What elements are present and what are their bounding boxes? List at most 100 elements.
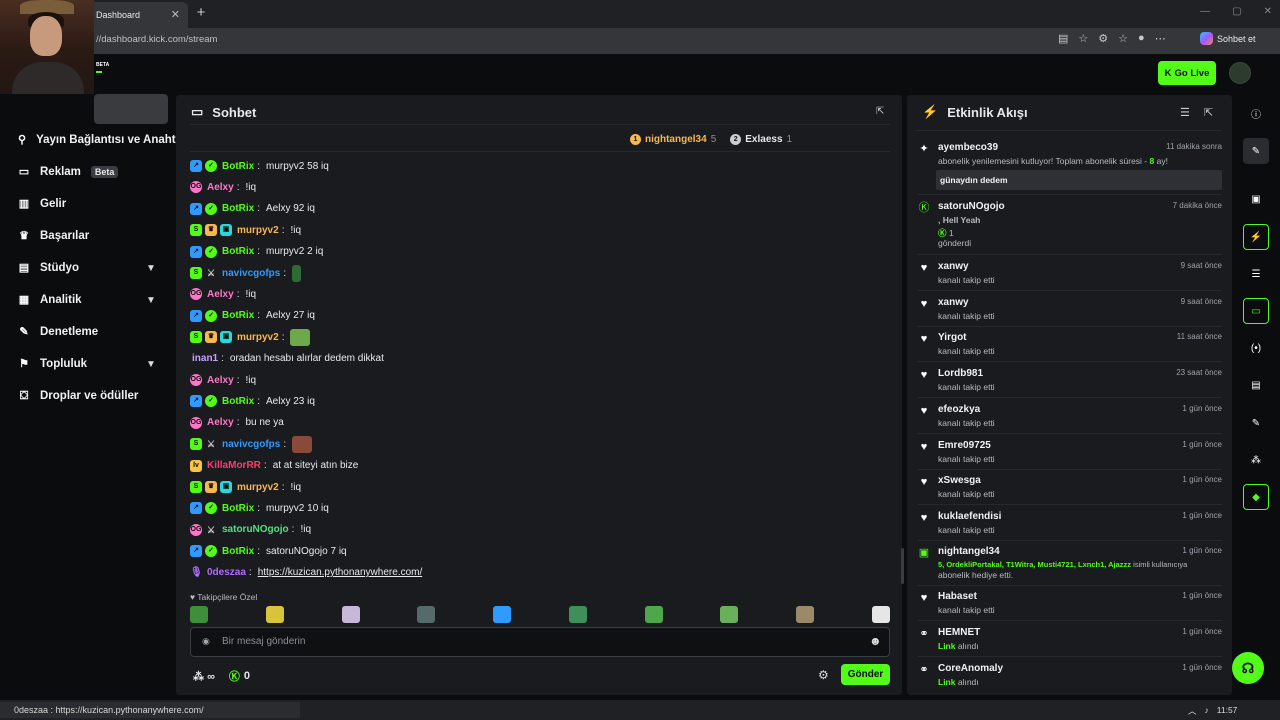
- chat-username[interactable]: navivcgofps: [222, 439, 280, 450]
- tab-close-icon[interactable]: ✕: [171, 8, 180, 21]
- leader-1[interactable]: 1 nightangel34 5: [630, 134, 716, 145]
- level-badge-icon[interactable]: lv: [190, 459, 202, 472]
- bot-badge-icon[interactable]: ↗: [190, 395, 202, 408]
- verified-badge-icon[interactable]: ✓: [205, 245, 217, 258]
- tray-chevron-icon[interactable]: ︿: [1188, 705, 1197, 717]
- sidebar-item-wrench[interactable]: ✎ Denetleme: [18, 326, 176, 338]
- chat-link[interactable]: https://kuzican.pythonanywhere.com/: [258, 567, 423, 578]
- moderator-sword-icon[interactable]: ⚔: [205, 524, 217, 536]
- chat-username[interactable]: murpyv2: [237, 482, 279, 493]
- sidebar-item-community[interactable]: ⚑ Topluluk ▼: [18, 358, 176, 370]
- event-username[interactable]: xanwy: [938, 261, 969, 272]
- community-icon[interactable]: ⁂: [1243, 447, 1269, 473]
- broadcaster-mic-icon[interactable]: 🎙: [190, 567, 203, 579]
- chat-mode-icon[interactable]: ◉: [202, 636, 210, 647]
- filter-icon[interactable]: ☰: [1180, 106, 1190, 119]
- verified-badge-icon[interactable]: ✓: [205, 395, 217, 408]
- chat-username[interactable]: BotRix: [222, 396, 254, 407]
- crown-badge-icon[interactable]: ♛: [205, 481, 217, 493]
- sidebar-item-link[interactable]: ⚲ Yayın Bağlantısı ve Anahtarı: [18, 134, 176, 146]
- sidebar-item-chart[interactable]: ▥ Gelir: [18, 198, 176, 210]
- chat-username[interactable]: KillaMorRR: [207, 460, 261, 471]
- chevron-down-icon[interactable]: ▼: [146, 295, 156, 306]
- emote-button[interactable]: [190, 606, 208, 623]
- leader-2[interactable]: 2 Exlaess 1: [730, 134, 792, 145]
- verified-badge-icon[interactable]: ✓: [205, 202, 217, 215]
- video-icon[interactable]: ▣: [1243, 186, 1269, 212]
- og-badge-icon[interactable]: OG: [190, 374, 202, 386]
- vip-badge-icon[interactable]: ▣: [220, 224, 232, 237]
- emote-button[interactable]: [265, 606, 284, 623]
- chat-username[interactable]: BotRix: [222, 310, 254, 321]
- event-username[interactable]: Emre09725: [938, 440, 991, 451]
- profile-icon[interactable]: ●: [1138, 32, 1145, 45]
- subscriber-badge-icon[interactable]: S: [190, 331, 202, 344]
- verified-badge-icon[interactable]: ✓: [205, 502, 217, 515]
- bot-badge-icon[interactable]: ↗: [190, 545, 202, 558]
- event-username[interactable]: xanwy: [938, 297, 969, 308]
- bot-badge-icon[interactable]: ↗: [190, 245, 202, 258]
- crown-badge-icon[interactable]: ♛: [205, 224, 217, 237]
- chat-username[interactable]: BotRix: [222, 161, 254, 172]
- avatar[interactable]: [1229, 62, 1251, 84]
- og-badge-icon[interactable]: OG: [190, 288, 202, 301]
- emote-button[interactable]: [341, 606, 360, 623]
- support-headset-icon[interactable]: ☊: [1232, 652, 1264, 684]
- sidebar-item-ad[interactable]: ▭ Reklam Beta: [18, 166, 176, 178]
- verified-badge-icon[interactable]: ✓: [205, 545, 217, 558]
- drops-icon[interactable]: ◆: [1243, 484, 1269, 510]
- chat-scrollbar[interactable]: [901, 548, 904, 584]
- browser-tab[interactable]: Dashboard ✕: [88, 2, 188, 28]
- popout-icon[interactable]: ⇱: [876, 106, 884, 117]
- event-username[interactable]: CoreAnomaly: [938, 663, 1003, 674]
- channel-points-button[interactable]: ⁂ ∞: [193, 670, 215, 683]
- crown-badge-icon[interactable]: ♛: [205, 331, 217, 344]
- minimize-button[interactable]: —: [1200, 6, 1210, 17]
- info-icon[interactable]: ⓘ: [1243, 100, 1269, 126]
- sidebar-item-gift[interactable]: ⛋ Droplar ve ödüller: [18, 390, 176, 402]
- chat-username[interactable]: BotRix: [222, 246, 254, 257]
- chevron-down-icon[interactable]: ▼: [146, 263, 156, 274]
- verified-badge-icon[interactable]: ✓: [205, 160, 217, 172]
- emote-button[interactable]: [644, 606, 663, 623]
- event-username[interactable]: kuklaefendisi: [938, 511, 1001, 522]
- chat-username[interactable]: Aelxy: [207, 182, 234, 193]
- go-live-button[interactable]: K Go Live: [1158, 61, 1216, 85]
- chevron-down-icon[interactable]: ▼: [146, 359, 156, 370]
- emote-button[interactable]: [796, 606, 815, 623]
- new-tab-button[interactable]: +: [194, 4, 208, 21]
- event-username[interactable]: satoruNOgojo: [938, 201, 1005, 212]
- broadcast-icon[interactable]: (•): [1243, 335, 1269, 361]
- collections-icon[interactable]: ☆: [1118, 32, 1128, 45]
- subscriber-badge-icon[interactable]: S: [190, 438, 202, 451]
- event-username[interactable]: Habaset: [938, 591, 977, 602]
- popout-icon[interactable]: ⇱: [1204, 106, 1213, 119]
- og-badge-icon[interactable]: OG: [190, 181, 202, 194]
- chat-rail-icon[interactable]: ▭: [1243, 298, 1269, 324]
- bot-badge-icon[interactable]: ↗: [190, 309, 202, 322]
- extensions-icon[interactable]: ⚙: [1098, 32, 1108, 45]
- event-username[interactable]: nightangel34: [938, 546, 1000, 557]
- favorite-star-icon[interactable]: ☆: [1078, 32, 1088, 45]
- chat-username[interactable]: satoruNOgojo: [222, 524, 289, 535]
- chat-username[interactable]: Aelxy: [207, 289, 234, 300]
- bot-badge-icon[interactable]: ↗: [190, 502, 202, 515]
- chat-username[interactable]: BotRix: [222, 203, 254, 214]
- chat-username[interactable]: murpyv2: [237, 225, 279, 236]
- emoji-icon[interactable]: ☻: [869, 634, 882, 648]
- bot-badge-icon[interactable]: ↗: [190, 202, 202, 215]
- og-badge-icon[interactable]: OG: [190, 523, 202, 536]
- subscriber-badge-icon[interactable]: S: [190, 267, 202, 279]
- moderator-sword-icon[interactable]: ⚔: [205, 267, 217, 279]
- subscriber-badge-icon[interactable]: S: [190, 224, 202, 237]
- more-menu-icon[interactable]: ⋯: [1155, 32, 1166, 45]
- event-username[interactable]: HEMNET: [938, 627, 980, 638]
- verified-badge-icon[interactable]: ✓: [205, 309, 217, 322]
- chat-username[interactable]: Aelxy: [207, 417, 234, 428]
- sidebar-item-analytics[interactable]: ▦ Analitik ▼: [18, 294, 176, 306]
- emote-button[interactable]: [417, 606, 436, 623]
- vip-badge-icon[interactable]: ▣: [220, 331, 232, 344]
- chat-emote[interactable]: [292, 435, 313, 453]
- emote-button[interactable]: [493, 606, 512, 623]
- event-username[interactable]: efeozkya: [938, 404, 980, 415]
